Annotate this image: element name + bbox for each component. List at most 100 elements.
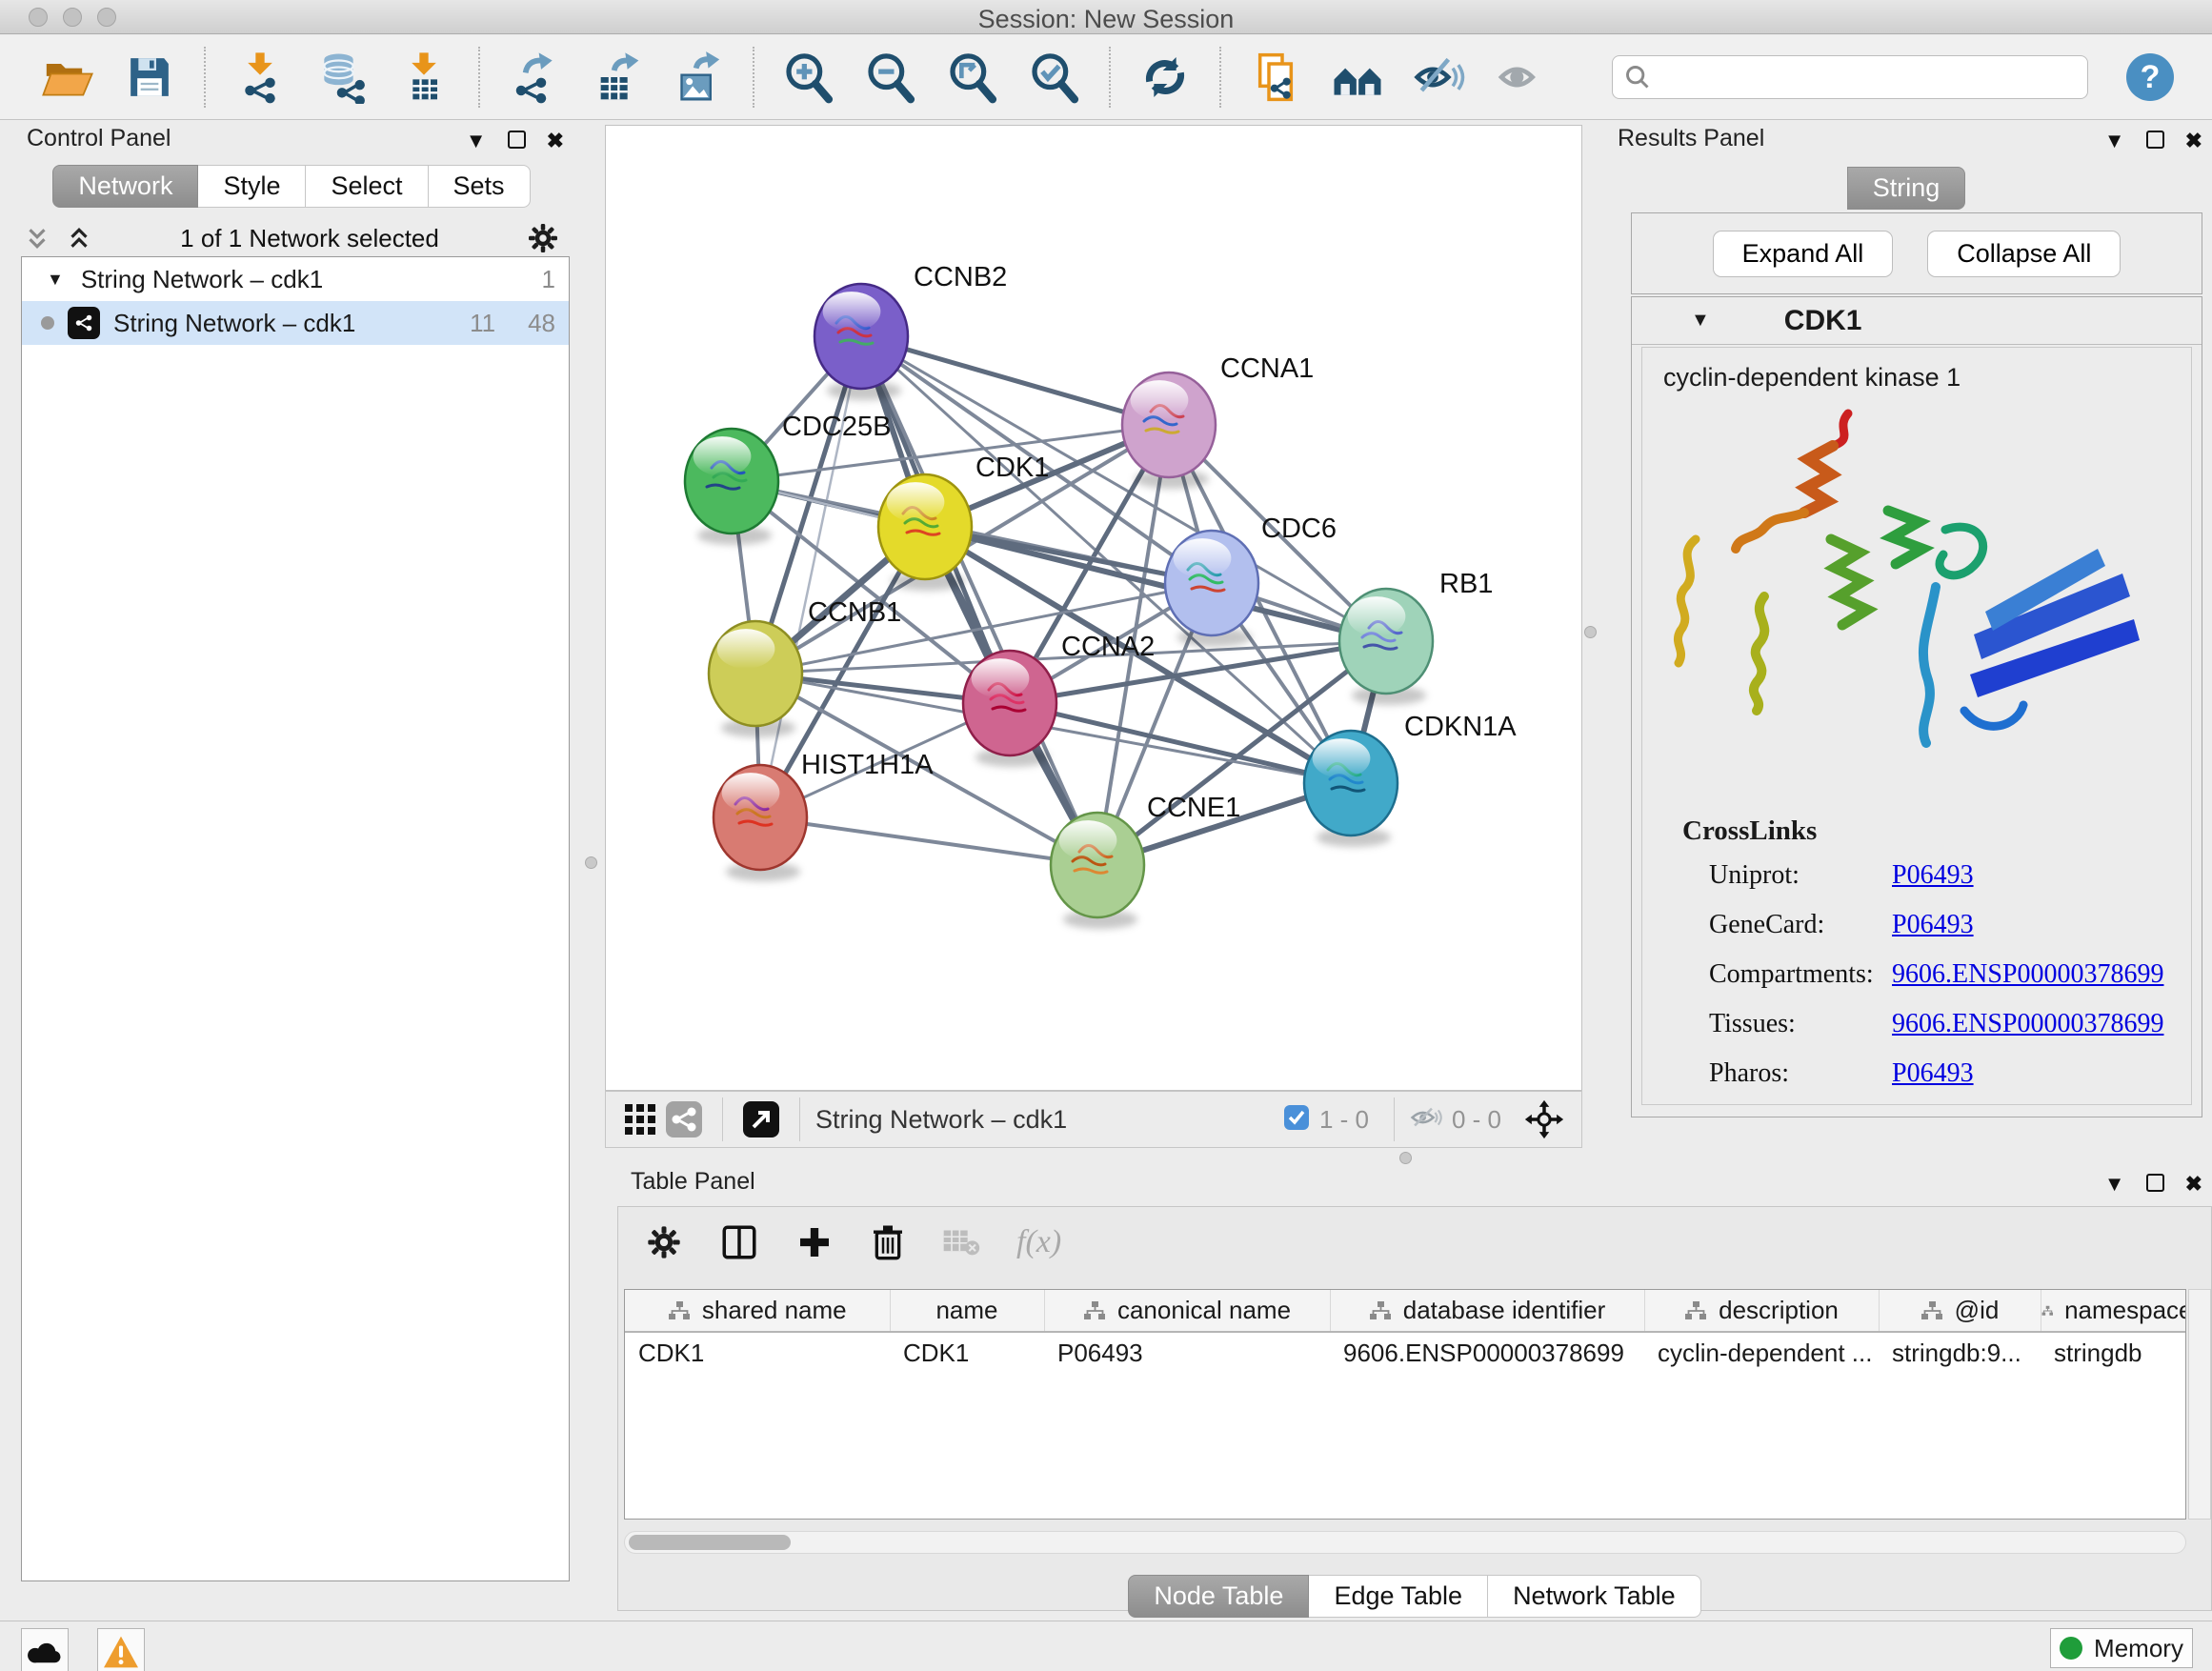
show-columns-button[interactable] — [719, 1222, 759, 1262]
control-panel-close-button[interactable]: ✖ — [547, 131, 564, 151]
tab-string[interactable]: String — [1847, 167, 1966, 210]
expand-all-networks-button[interactable] — [65, 224, 93, 252]
table-row[interactable]: CDK1CDK1P064939606.ENSP00000378699cyclin… — [625, 1332, 2186, 1374]
show-all-button[interactable] — [1480, 40, 1562, 114]
table-vertical-scrollbar[interactable] — [2188, 1289, 2211, 1520]
edge-HIST1H1A-CCNE1[interactable] — [760, 817, 1097, 865]
import-network-from-database-button[interactable] — [301, 40, 383, 114]
node-CCNB1[interactable] — [709, 621, 802, 737]
save-session-button[interactable] — [109, 40, 191, 114]
control-panel-menu-button[interactable]: ▼ — [466, 131, 487, 151]
scrollbar-thumb[interactable] — [629, 1535, 791, 1550]
node-CCNE1[interactable] — [1051, 813, 1144, 929]
export-table-button[interactable] — [575, 40, 657, 114]
create-column-button[interactable] — [795, 1223, 834, 1261]
cloud-status-button[interactable] — [21, 1628, 69, 1671]
crosslink-link[interactable]: P06493 — [1892, 910, 1974, 940]
table-panel-float-button[interactable] — [2146, 1174, 2164, 1196]
hidden-eye-icon[interactable] — [1410, 1103, 1442, 1137]
column-header-name[interactable]: name — [890, 1290, 1044, 1332]
help-button[interactable]: ? — [2126, 53, 2174, 101]
control-panel-float-button[interactable] — [508, 131, 526, 152]
tab-network[interactable]: Network — [52, 165, 198, 208]
crosslink-link[interactable]: P06493 — [1892, 860, 1974, 891]
node-RB1[interactable] — [1339, 589, 1433, 705]
gene-section-header[interactable]: ▼ CDK1 — [1632, 297, 2202, 345]
table-horizontal-scrollbar[interactable] — [624, 1531, 2186, 1554]
tab-network-table[interactable]: Network Table — [1488, 1575, 1701, 1618]
crosslink-link[interactable]: P06493 — [1892, 1058, 1974, 1089]
first-neighbors-button[interactable] — [1317, 40, 1398, 114]
tab-select[interactable]: Select — [306, 165, 428, 208]
crosslink-label: Compartments: — [1709, 959, 1892, 990]
export-image-button[interactable] — [657, 40, 739, 114]
memory-button[interactable]: Memory — [2050, 1628, 2193, 1668]
table-cell[interactable]: P06493 — [1044, 1332, 1330, 1374]
collapse-all-networks-button[interactable] — [23, 224, 51, 252]
table-cell[interactable]: CDK1 — [890, 1332, 1044, 1374]
tab-style[interactable]: Style — [198, 165, 306, 208]
edge-CCNB2-HIST1H1A[interactable] — [760, 336, 861, 817]
node-CCNA1[interactable] — [1122, 372, 1216, 489]
collapse-all-button[interactable]: Collapse All — [1927, 231, 2121, 277]
open-session-button[interactable] — [27, 40, 109, 114]
birdseye-view-button[interactable] — [619, 1098, 661, 1140]
crosslink-link[interactable]: 9606.ENSP00000378699 — [1892, 959, 2163, 990]
network-row[interactable]: String Network – cdk1 11 48 — [22, 301, 569, 345]
right-splitter-handle[interactable] — [1584, 626, 1597, 638]
table-cell[interactable]: CDK1 — [625, 1332, 890, 1374]
apply-layout-button[interactable] — [1124, 40, 1206, 114]
import-network-button[interactable] — [219, 40, 301, 114]
import-table-button[interactable] — [383, 40, 465, 114]
export-network-button[interactable] — [493, 40, 575, 114]
results-panel-float-button[interactable] — [2146, 131, 2164, 152]
pan-mode-button[interactable] — [1520, 1096, 1568, 1143]
tab-node-table[interactable]: Node Table — [1128, 1575, 1309, 1618]
tab-edge-table[interactable]: Edge Table — [1309, 1575, 1488, 1618]
network-graph[interactable]: CCNB2CCNA1CDC25BCDK1CDC6RB1CCNB1CCNA2CDK… — [606, 126, 1581, 1090]
horizontal-splitter-handle[interactable] — [1399, 1152, 1412, 1164]
search-input[interactable] — [1651, 58, 2076, 96]
network-collection-row[interactable]: ▼ String Network – cdk1 1 — [22, 257, 569, 301]
clone-network-button[interactable] — [1235, 40, 1317, 114]
table-cell[interactable]: cyclin-dependent ... — [1644, 1332, 1879, 1374]
warnings-button[interactable] — [97, 1628, 145, 1671]
delete-column-button[interactable] — [870, 1223, 906, 1261]
node-CCNA2[interactable] — [963, 651, 1056, 767]
network-canvas[interactable]: CCNB2CCNA1CDC25BCDK1CDC6RB1CCNB1CCNA2CDK… — [605, 125, 1582, 1091]
node-HIST1H1A[interactable] — [714, 765, 807, 881]
open-in-browser-button[interactable] — [738, 1097, 784, 1142]
left-splitter-handle[interactable] — [585, 856, 597, 869]
table-cell[interactable]: stringdb:9... — [1879, 1332, 2041, 1374]
string-style-button[interactable] — [661, 1097, 707, 1142]
results-panel-menu-button[interactable]: ▼ — [2104, 131, 2125, 151]
results-panel-close-button[interactable]: ✖ — [2185, 131, 2202, 151]
expand-all-button[interactable]: Expand All — [1713, 231, 1894, 277]
table-cell[interactable]: 9606.ENSP00000378699 — [1330, 1332, 1644, 1374]
table-panel-close-button[interactable]: ✖ — [2185, 1174, 2202, 1195]
node-CDC25B[interactable] — [685, 429, 778, 545]
hide-selected-button[interactable] — [1398, 40, 1480, 114]
table-panel-menu-button[interactable]: ▼ — [2104, 1174, 2125, 1195]
column-header-canonical-name[interactable]: canonical name — [1044, 1290, 1330, 1332]
zoom-in-button[interactable] — [768, 40, 850, 114]
network-options-button[interactable] — [526, 221, 560, 255]
collapse-triangle-icon[interactable]: ▼ — [1691, 310, 1710, 332]
tab-sets[interactable]: Sets — [429, 165, 531, 208]
zoom-out-button[interactable] — [850, 40, 932, 114]
node-CCNB2[interactable] — [814, 284, 908, 400]
edge-CCNA2-CDKN1A[interactable] — [1010, 703, 1351, 783]
column-header-database-identifier[interactable]: database identifier — [1330, 1290, 1644, 1332]
selected-checkbox-icon[interactable] — [1283, 1104, 1310, 1136]
column-header-description[interactable]: description — [1644, 1290, 1879, 1332]
table-cell[interactable]: stringdb — [2041, 1332, 2186, 1374]
column-header-namespace[interactable]: namespace — [2041, 1290, 2186, 1332]
table-options-button[interactable] — [645, 1223, 683, 1261]
node-CDKN1A[interactable] — [1304, 731, 1398, 847]
fit-content-button[interactable] — [932, 40, 1014, 114]
crosslink-link[interactable]: 9606.ENSP00000378699 — [1892, 1009, 2163, 1039]
column-header--id[interactable]: @id — [1879, 1290, 2041, 1332]
zoom-selected-button[interactable] — [1014, 40, 1096, 114]
column-header-shared-name[interactable]: shared name — [625, 1290, 890, 1332]
collection-expand-triangle[interactable]: ▼ — [47, 270, 64, 290]
